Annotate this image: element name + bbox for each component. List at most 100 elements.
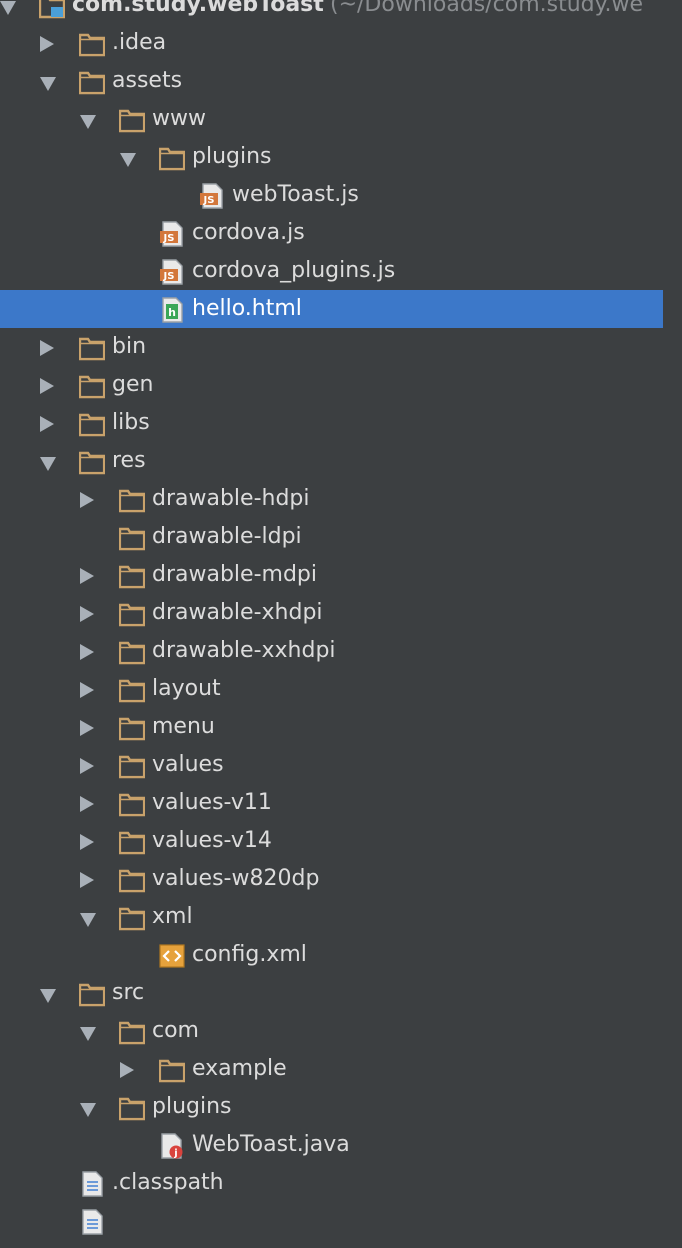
tree-item-hello-html[interactable]: h hello.html (0, 290, 663, 328)
tree-item-label: bin (112, 334, 147, 359)
folder-icon (118, 753, 146, 779)
tree-item-values-w820dp[interactable]: values-w820dp (0, 860, 682, 898)
tree-root-path: (~/Downloads/com.study.we (330, 0, 644, 17)
collapse-arrow-icon[interactable] (40, 340, 54, 356)
tree-item-label: gen (112, 372, 154, 397)
collapse-arrow-icon[interactable] (80, 796, 94, 812)
tree-item-bin[interactable]: bin (0, 328, 682, 366)
folder-icon (78, 31, 106, 57)
tree-item-src[interactable]: src (0, 974, 682, 1012)
collapse-arrow-icon[interactable] (120, 1062, 134, 1078)
tree-item-label: menu (152, 714, 215, 739)
tree-item-classpath[interactable]: .classpath (0, 1164, 682, 1202)
tree-item-www-plugins[interactable]: plugins (0, 138, 682, 176)
expand-arrow-icon[interactable] (40, 457, 56, 471)
tree-item-xml[interactable]: xml (0, 898, 682, 936)
tree-item-res[interactable]: res (0, 442, 682, 480)
tree-item-label: xml (152, 904, 193, 929)
folder-icon (78, 373, 106, 399)
folder-icon (158, 1057, 186, 1083)
tree-item-label: .classpath (112, 1170, 224, 1195)
tree-item-label: src (112, 980, 145, 1005)
tree-item-drawable-xxhdpi[interactable]: drawable-xxhdpi (0, 632, 682, 670)
tree-item-drawable-hdpi[interactable]: drawable-hdpi (0, 480, 682, 518)
folder-icon (78, 69, 106, 95)
collapse-arrow-icon[interactable] (80, 872, 94, 888)
js-file-icon: JS (199, 183, 225, 209)
expand-arrow-icon[interactable] (80, 1027, 96, 1041)
tree-item-label: values (152, 752, 224, 777)
tree-item-assets[interactable]: assets (0, 62, 682, 100)
svg-text:JS: JS (163, 233, 175, 244)
tree-item-label: values-w820dp (152, 866, 320, 891)
tree-item-label: plugins (152, 1094, 232, 1119)
collapse-arrow-icon[interactable] (80, 682, 94, 698)
tree-item-idea[interactable]: .idea (0, 24, 682, 62)
collapse-arrow-icon[interactable] (80, 644, 94, 660)
expand-arrow-icon[interactable] (40, 989, 56, 1003)
module-folder-icon (38, 0, 66, 19)
collapse-arrow-icon[interactable] (80, 606, 94, 622)
tree-item-cordova-plugins-js[interactable]: JS cordova_plugins.js (0, 252, 682, 290)
tree-item-label: drawable-xhdpi (152, 600, 323, 625)
tree-item-libs[interactable]: libs (0, 404, 682, 442)
folder-icon (118, 563, 146, 589)
collapse-arrow-icon[interactable] (40, 378, 54, 394)
java-file-icon: j (159, 1133, 185, 1159)
collapse-arrow-icon[interactable] (80, 568, 94, 584)
html-file-icon: h (159, 297, 185, 323)
tree-item-label: drawable-ldpi (152, 524, 302, 549)
tree-item-config-xml[interactable]: config.xml (0, 936, 682, 974)
tree-item-src-plugins[interactable]: plugins (0, 1088, 682, 1126)
expand-arrow-icon[interactable] (80, 1103, 96, 1117)
folder-icon (118, 107, 146, 133)
tree-item-layout[interactable]: layout (0, 670, 682, 708)
tree-item-webtoast-js[interactable]: JS webToast.js (0, 176, 682, 214)
tree-item-label: res (112, 448, 146, 473)
collapse-arrow-icon[interactable] (80, 720, 94, 736)
tree-item-label: example (192, 1056, 287, 1081)
expand-arrow-icon[interactable] (80, 913, 96, 927)
expand-arrow-icon[interactable] (0, 1, 16, 15)
tree-item-menu[interactable]: menu (0, 708, 682, 746)
tree-item-label: config.xml (192, 942, 307, 967)
folder-icon (118, 867, 146, 893)
collapse-arrow-icon[interactable] (80, 834, 94, 850)
svg-text:JS: JS (203, 195, 215, 206)
tree-item-com[interactable]: com (0, 1012, 682, 1050)
tree-item-gen[interactable]: gen (0, 366, 682, 404)
tree-item-values-v14[interactable]: values-v14 (0, 822, 682, 860)
svg-text:JS: JS (163, 271, 175, 282)
tree-root[interactable]: com.study.webToast (~/Downloads/com.stud… (0, 0, 682, 24)
tree-item-label: www (152, 106, 206, 131)
tree-item-www[interactable]: www (0, 100, 682, 138)
folder-icon (118, 791, 146, 817)
svg-text:j: j (173, 1148, 177, 1159)
tree-item-webtoast-java[interactable]: j WebToast.java (0, 1126, 682, 1164)
tree-item-values-v11[interactable]: values-v11 (0, 784, 682, 822)
folder-icon (78, 335, 106, 361)
folder-icon (118, 677, 146, 703)
tree-item-drawable-xhdpi[interactable]: drawable-xhdpi (0, 594, 682, 632)
tree-item-example[interactable]: example (0, 1050, 682, 1088)
expand-arrow-icon[interactable] (120, 153, 136, 167)
tree-item-label: libs (112, 410, 150, 435)
tree-item-drawable-mdpi[interactable]: drawable-mdpi (0, 556, 682, 594)
tree-item-cordova-js[interactable]: JS cordova.js (0, 214, 682, 252)
tree-item-drawable-ldpi[interactable]: drawable-ldpi (0, 518, 682, 556)
tree-item-label: drawable-hdpi (152, 486, 310, 511)
folder-icon (118, 715, 146, 741)
tree-item-label: drawable-mdpi (152, 562, 317, 587)
collapse-arrow-icon[interactable] (80, 492, 94, 508)
folder-icon (78, 411, 106, 437)
svg-text:h: h (168, 306, 176, 319)
tree-item-values[interactable]: values (0, 746, 682, 784)
collapse-arrow-icon[interactable] (80, 758, 94, 774)
tree-item-label: values-v14 (152, 828, 272, 853)
tree-item-label: plugins (192, 144, 272, 169)
collapse-arrow-icon[interactable] (40, 416, 54, 432)
tree-item-partial[interactable] (0, 1202, 682, 1240)
expand-arrow-icon[interactable] (80, 115, 96, 129)
expand-arrow-icon[interactable] (40, 77, 56, 91)
collapse-arrow-icon[interactable] (40, 36, 54, 52)
